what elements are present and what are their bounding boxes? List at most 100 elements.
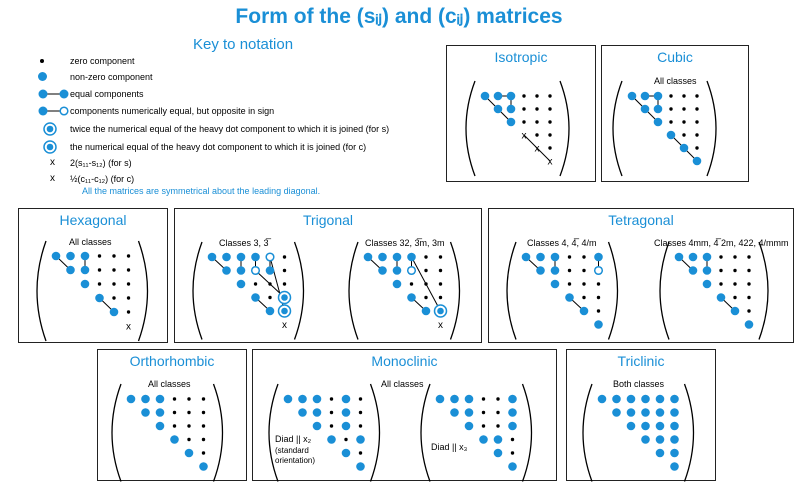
- right-bracket: [369, 383, 381, 482]
- nonzero-dot: [155, 408, 165, 417]
- nonzero-dot: [392, 279, 402, 289]
- nonzero-dot: [155, 421, 165, 431]
- right-bracket: [137, 240, 149, 342]
- zero-dot: [358, 410, 363, 415]
- zero-dot: [733, 295, 737, 300]
- zero-dot: [358, 451, 363, 455]
- panel-orthorhombic: Orthorhombic All classes: [97, 349, 247, 482]
- nonzero-dot: [66, 265, 75, 275]
- zero-dot: [126, 310, 131, 314]
- zero-dot: [187, 397, 191, 401]
- symmetry-note: All the matrices are symmetrical about t…: [82, 186, 321, 196]
- zero-dot: [669, 120, 673, 124]
- zero-dot: [172, 410, 177, 415]
- left-bracket: [612, 80, 623, 177]
- orthorhombic-matrix: [111, 383, 224, 482]
- isotropic-matrix: xxx: [465, 80, 570, 177]
- nonzero-dot: [521, 252, 531, 262]
- nonzero-dot: [95, 293, 104, 303]
- zero-dot: [409, 282, 414, 286]
- monoclinic-matrix-2: [420, 383, 533, 482]
- nonzero-dot: [508, 462, 517, 471]
- nonzero-dot: [506, 117, 516, 127]
- zero-dot: [596, 309, 601, 313]
- zero-dot: [695, 94, 699, 98]
- zero-dot: [97, 254, 102, 258]
- nonzero-dot: [80, 265, 90, 275]
- diad-x2-note-1: (standard: [275, 446, 309, 455]
- zero-dot: [172, 397, 177, 401]
- nonzero-dot: [655, 435, 665, 444]
- right-bracket: [212, 383, 224, 482]
- nonzero-dot: [594, 320, 603, 329]
- nonzero-dot: [550, 252, 560, 262]
- double-ring-icon: [43, 122, 57, 136]
- left-bracket: [465, 80, 476, 177]
- nonzero-dot: [51, 251, 61, 261]
- nonzero-dot: [356, 435, 365, 444]
- nonzero-dot-icon: [38, 72, 47, 81]
- zero-dot: [747, 255, 751, 259]
- nonzero-dot: [207, 252, 217, 262]
- zero-dot: [567, 282, 572, 286]
- nonzero-dot: [479, 435, 488, 444]
- nonzero-dot: [565, 293, 574, 302]
- opposite-ring: [265, 252, 275, 262]
- zero-dot: [358, 424, 363, 428]
- nonzero-dot: [612, 408, 621, 417]
- zero-dot: [201, 410, 206, 415]
- nonzero-dot: [435, 394, 445, 404]
- nonzero-dot: [536, 252, 545, 262]
- zero-dot: [424, 282, 428, 286]
- left-bracket: [36, 240, 47, 342]
- zero-dot: [695, 133, 699, 137]
- zero-dot: [669, 94, 673, 98]
- zero-dot: [548, 133, 552, 137]
- nonzero-dot: [550, 266, 560, 275]
- panel-cubic: Cubic All classes: [601, 45, 749, 182]
- zero-dot: [438, 255, 443, 259]
- left-bracket: [192, 241, 203, 340]
- nonzero-dot: [670, 435, 679, 444]
- zero-dot: [282, 268, 287, 273]
- zero-dot: [126, 282, 131, 286]
- panel-hexagonal: Hexagonal All classes x: [18, 208, 168, 343]
- zero-dot: [282, 255, 287, 259]
- nonzero-dot: [641, 408, 650, 417]
- triclinic-matrix: [582, 383, 695, 482]
- zero-dot: [112, 268, 116, 272]
- zero-dot: [126, 254, 131, 258]
- zero-dot: [438, 282, 443, 286]
- diad-x2-label: Diad || x₂: [275, 434, 312, 444]
- nonzero-dot: [80, 251, 90, 261]
- zero-dot: [719, 255, 723, 259]
- nonzero-dot: [641, 435, 650, 444]
- nonzero-dot: [493, 104, 503, 114]
- nonzero-dot: [702, 266, 712, 275]
- nonzero-dot: [363, 252, 373, 262]
- nonzero-dot: [327, 435, 336, 444]
- nonzero-dot: [688, 266, 698, 275]
- zero-dot: [719, 282, 723, 286]
- opposite-ring: [250, 265, 261, 276]
- zero-dot: [548, 146, 552, 150]
- zero-dot: [112, 296, 116, 300]
- opposite-ring: [406, 265, 417, 276]
- nonzero-dot: [640, 91, 650, 101]
- nonzero-dot: [550, 279, 560, 289]
- nonzero-dot: [222, 252, 231, 262]
- nonzero-dot: [670, 462, 679, 471]
- tetragonal-matrix-1: [506, 241, 619, 340]
- zero-dot: [496, 410, 500, 415]
- x-mark: x: [282, 320, 287, 331]
- zero-dot: [187, 410, 191, 415]
- nonzero-dot: [506, 104, 516, 114]
- nonzero-dot: [653, 117, 663, 127]
- nonzero-dot: [378, 252, 387, 262]
- nonzero-dot: [641, 421, 650, 431]
- zero-dot: [112, 282, 116, 286]
- panel-triclinic: Triclinic Both classes: [566, 349, 716, 482]
- left-bracket: [268, 383, 279, 482]
- zero-dot: [733, 282, 737, 286]
- nonzero-dot: [579, 306, 589, 316]
